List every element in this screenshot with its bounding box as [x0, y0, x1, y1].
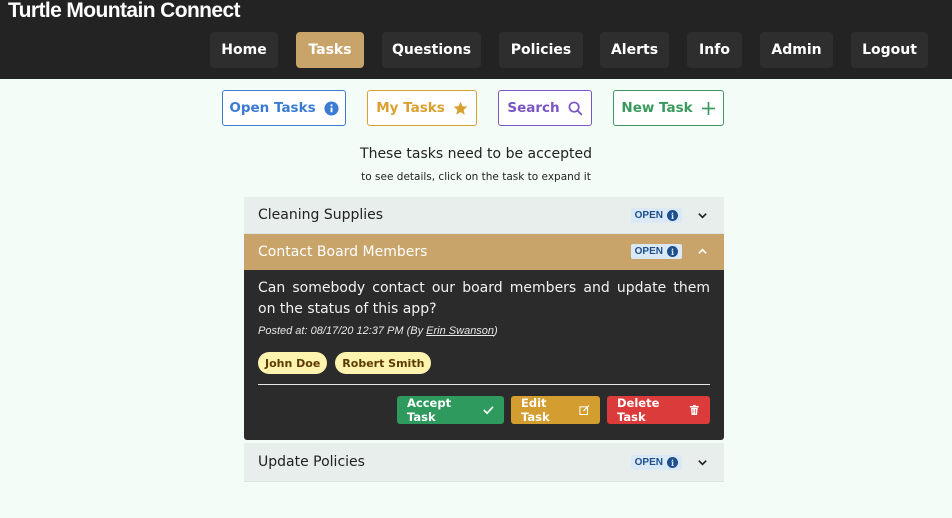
nav-alerts[interactable]: Alerts	[600, 32, 669, 68]
posted-suffix: )	[494, 325, 498, 337]
task-title: Cleaning Supplies	[258, 207, 384, 223]
task-action-buttons: Accept Task Edit Task Delete Task	[258, 396, 710, 424]
nav-home[interactable]: Home	[210, 32, 278, 68]
info-icon: i	[667, 457, 678, 468]
status-badge: OPEN i	[630, 208, 682, 223]
new-task-button[interactable]: New Task	[613, 90, 724, 126]
edit-task-button[interactable]: Edit Task	[511, 396, 600, 424]
nav-logout[interactable]: Logout	[851, 32, 928, 68]
app-title[interactable]: Turtle Mountain Connect	[8, 0, 241, 23]
assignee-tag: Robert Smith	[335, 352, 432, 374]
task-title: Contact Board Members	[258, 244, 428, 260]
nav-admin[interactable]: Admin	[760, 32, 833, 68]
chevron-down-icon	[698, 213, 707, 219]
status-badge: OPEN i	[630, 244, 682, 259]
search-icon	[568, 101, 583, 116]
task-description: Can somebody contact our board members a…	[258, 280, 710, 317]
edit-task-label: Edit Task	[521, 396, 550, 424]
divider	[258, 384, 710, 385]
search-button[interactable]: Search	[498, 90, 592, 126]
nav-info[interactable]: Info	[687, 32, 742, 68]
checkmark-icon	[483, 406, 494, 415]
task-header-cleaning-supplies[interactable]: Cleaning Supplies OPEN i	[244, 197, 724, 234]
chevron-up-icon	[698, 248, 707, 254]
open-tasks-button[interactable]: Open Tasks	[222, 90, 346, 126]
task-posted-info: Posted at: 08/17/20 12:37 PM (By Erin Sw…	[258, 325, 710, 337]
new-task-label: New Task	[621, 100, 693, 116]
task-header-contact-board-members[interactable]: Contact Board Members OPEN i	[244, 234, 724, 270]
accept-task-label: Accept Task	[407, 396, 452, 424]
accept-task-button[interactable]: Accept Task	[397, 396, 504, 424]
info-icon: i	[667, 246, 678, 257]
status-badge-label: OPEN	[634, 457, 663, 468]
delete-task-label: Delete Task	[617, 396, 660, 424]
nav-policies[interactable]: Policies	[499, 32, 583, 68]
search-label: Search	[507, 100, 560, 116]
tasks-accordion: Cleaning Supplies OPEN i Contact Board M…	[244, 197, 724, 482]
tasks-subheading: to see details, click on the task to exp…	[361, 171, 591, 183]
assignee-tag: John Doe	[258, 352, 328, 374]
posted-at-text: Posted at: 08/17/20 12:37 PM (By	[258, 325, 427, 337]
delete-task-button[interactable]: Delete Task	[607, 396, 710, 424]
my-tasks-label: My Tasks	[376, 100, 445, 116]
assignee-tags: John Doe Robert Smith	[258, 352, 710, 374]
task-title: Update Policies	[258, 454, 365, 470]
task-details-panel: Can somebody contact our board members a…	[244, 270, 724, 440]
chevron-down-icon	[698, 460, 707, 466]
author-link[interactable]: Erin Swanson	[426, 325, 494, 337]
edit-icon	[579, 405, 590, 415]
trash-icon	[690, 404, 700, 415]
info-circle-icon	[324, 100, 339, 116]
top-navbar: Turtle Mountain Connect Home Tasks Quest…	[0, 0, 952, 79]
my-tasks-button[interactable]: My Tasks	[367, 90, 477, 126]
task-header-update-policies[interactable]: Update Policies OPEN i	[244, 443, 724, 482]
star-icon	[453, 101, 468, 115]
nav-questions[interactable]: Questions	[382, 32, 481, 68]
open-tasks-label: Open Tasks	[229, 100, 316, 116]
status-badge-label: OPEN	[634, 246, 663, 257]
plus-icon	[701, 101, 715, 115]
status-badge-label: OPEN	[634, 210, 663, 221]
info-icon: i	[667, 210, 678, 221]
nav-tasks[interactable]: Tasks	[296, 32, 364, 68]
status-badge: OPEN i	[630, 455, 682, 470]
tasks-heading: These tasks need to be accepted	[360, 146, 592, 162]
